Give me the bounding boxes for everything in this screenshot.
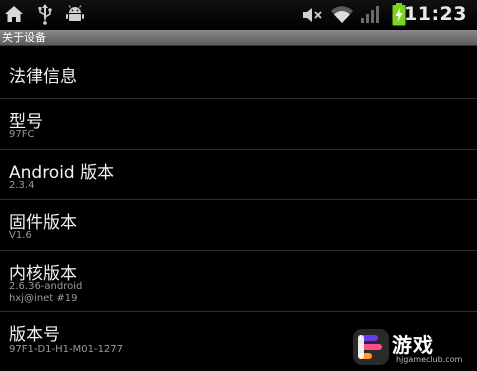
site-watermark: 游戏 hjgameclub.com bbox=[352, 326, 474, 368]
watermark-text: 游戏 bbox=[392, 333, 434, 357]
signal-icon bbox=[361, 6, 379, 23]
list-item-title: 法律信息 bbox=[9, 67, 77, 87]
watermark-logo-icon bbox=[353, 329, 389, 365]
wifi-icon bbox=[331, 6, 353, 23]
list-item-title: 版本号 bbox=[9, 325, 60, 345]
list-item-summary: V1.6 bbox=[9, 230, 32, 241]
list-item-summary-line: 2.6.36-android bbox=[9, 281, 83, 292]
list-item-legal-info[interactable]: 法律信息 bbox=[0, 46, 477, 99]
list-item-kernel-version: 内核版本 2.6.36-android hxj@inet #19 bbox=[0, 251, 477, 312]
list-item-summary: 97F1-D1-H1-M01-1277 bbox=[9, 344, 124, 355]
usb-icon bbox=[38, 4, 52, 25]
list-item-summary: 97FC bbox=[9, 129, 35, 140]
list-item-summary: 2.3.4 bbox=[9, 180, 35, 191]
android-debug-icon bbox=[66, 5, 84, 21]
status-clock: 11:23 bbox=[404, 3, 467, 25]
status-bar: 11:23 bbox=[0, 0, 477, 30]
list-item-android-version: Android 版本 2.3.4 bbox=[0, 150, 477, 200]
title-bar: 关于设备 bbox=[0, 30, 477, 46]
mute-icon bbox=[303, 8, 322, 22]
list-item-model: 型号 97FC bbox=[0, 99, 477, 150]
page-title: 关于设备 bbox=[2, 31, 46, 44]
watermark-url: hjgameclub.com bbox=[396, 355, 463, 364]
list-item-firmware-version: 固件版本 V1.6 bbox=[0, 200, 477, 251]
list-item-summary-line: hxj@inet #19 bbox=[9, 293, 78, 304]
home-icon bbox=[5, 6, 23, 22]
